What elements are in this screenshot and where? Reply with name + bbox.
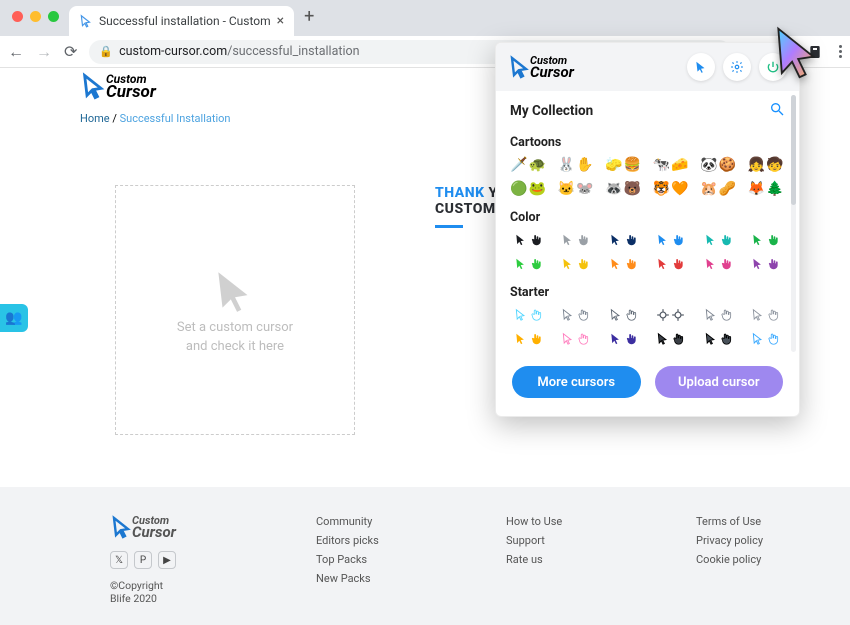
cursor-item[interactable] [605,255,641,273]
popup-default-cursor-button[interactable] [687,53,715,81]
page-footer: CustomCursor 𝕏 P ▶ ©Copyright Blife 2020… [0,487,850,625]
breadcrumb-current: Successful Installation [120,112,231,125]
footer-link[interactable]: Support [506,534,626,547]
cursor-item[interactable] [748,231,784,249]
cursor-item[interactable]: 🦊🌲 [748,180,784,198]
window-close-dot[interactable] [12,11,23,22]
cursor-item[interactable]: 🐹🥜 [700,180,736,198]
footer-logo[interactable]: CustomCursor [110,515,176,539]
nav-reload-icon[interactable]: ⟳ [64,42,77,61]
cursor-item[interactable]: 🦝🐻 [605,180,641,198]
popup-power-button[interactable] [759,53,787,81]
cursor-item[interactable] [510,231,546,249]
extension-other-icon[interactable] [805,42,825,62]
cursor-item[interactable] [700,306,736,324]
cursor-item[interactable] [558,306,594,324]
cursor-item[interactable]: 🐯🧡 [653,180,689,198]
footer-copyright: ©Copyright Blife 2020 [110,579,176,605]
cursor-item[interactable] [558,330,594,348]
footer-col-help: How to Use Support Rate us [506,515,626,605]
collection-title: My Collection [510,103,593,119]
cursor-item[interactable] [748,306,784,324]
cursor-item[interactable] [510,255,546,273]
logo-text-bottom: Cursor [106,85,156,100]
preview-cursor-icon [210,266,260,316]
lock-icon: 🔒 [99,45,113,58]
extension-popup: CustomCursor My Collection Cartoons 🗡️🐢 🐰… [495,42,800,417]
popup-scroll-thumb[interactable] [791,95,796,205]
popup-logo: CustomCursor [508,55,574,79]
more-cursors-button[interactable]: More cursors [512,366,641,398]
footer-link[interactable]: New Packs [316,572,436,585]
cursor-item[interactable] [653,255,689,273]
cursor-item[interactable] [653,330,689,348]
cursor-item[interactable]: 👧🧒 [748,156,784,174]
footer-link[interactable]: Cookie policy [696,553,816,566]
footer-link[interactable]: Privacy policy [696,534,816,547]
cursor-item[interactable] [748,330,784,348]
cursor-item[interactable] [605,306,641,324]
tab-favicon [79,14,93,28]
cursor-item[interactable] [700,330,736,348]
nav-back-icon[interactable]: ← [8,42,24,62]
browser-tab[interactable]: Successful installation - Custom × [69,6,294,36]
section-starter-label: Starter [496,277,799,304]
footer-col-community: Community Editors picks Top Packs New Pa… [316,515,436,605]
cursor-item[interactable]: 🐱🐭 [558,180,594,198]
cursor-item[interactable] [700,255,736,273]
footer-col-legal: Terms of Use Privacy policy Cookie polic… [696,515,816,605]
url-text: custom-cursor.com/successful_installatio… [119,44,359,59]
upload-cursor-button[interactable]: Upload cursor [655,366,784,398]
cursor-item[interactable]: 🗡️🐢 [510,156,546,174]
cursor-item[interactable]: 🟢🐸 [510,180,546,198]
footer-link[interactable]: How to Use [506,515,626,528]
footer-link[interactable]: Community [316,515,436,528]
cursor-item[interactable]: 🐰✋ [558,156,594,174]
footer-link[interactable]: Top Packs [316,553,436,566]
cursor-item[interactable] [510,330,546,348]
site-logo[interactable]: CustomCursor [80,72,156,100]
footer-link[interactable]: Terms of Use [696,515,816,528]
social-youtube-icon[interactable]: ▶ [158,551,176,569]
cursor-item[interactable]: 🐄🧀 [653,156,689,174]
browser-menu-icon[interactable] [839,45,842,58]
nav-forward-icon: → [36,42,52,62]
cursor-item[interactable] [605,330,641,348]
new-tab-button[interactable]: + [304,6,314,27]
section-cartoons-label: Cartoons [496,127,799,154]
breadcrumb-home[interactable]: Home [80,112,110,125]
cursor-item[interactable] [558,231,594,249]
section-color-label: Color [496,202,799,229]
footer-link[interactable]: Rate us [506,553,626,566]
preview-text-2: and check it here [186,339,284,354]
popup-settings-button[interactable] [723,53,751,81]
footer-link[interactable]: Editors picks [316,534,436,547]
cursor-item[interactable] [700,231,736,249]
cursor-item[interactable] [510,306,546,324]
cursor-item[interactable] [605,231,641,249]
social-twitter-icon[interactable]: 𝕏 [110,551,128,569]
cursor-item[interactable]: 🐼🍪 [700,156,736,174]
cursor-item[interactable]: 🧽🍔 [605,156,641,174]
cursor-item[interactable] [748,255,784,273]
search-icon[interactable] [769,101,785,121]
popup-scrollbar[interactable] [791,95,796,352]
side-widget-button[interactable]: 👥 [0,304,28,332]
cursor-item[interactable] [653,306,689,324]
tab-close-icon[interactable]: × [277,13,284,29]
social-pinterest-icon[interactable]: P [134,551,152,569]
preview-text-1: Set a custom cursor [177,320,293,335]
window-max-dot[interactable] [48,11,59,22]
cursor-item[interactable] [558,255,594,273]
window-min-dot[interactable] [30,11,41,22]
tab-title: Successful installation - Custom [99,14,271,28]
cursor-preview-area[interactable]: Set a custom cursor and check it here [115,185,355,435]
cursor-item[interactable] [653,231,689,249]
